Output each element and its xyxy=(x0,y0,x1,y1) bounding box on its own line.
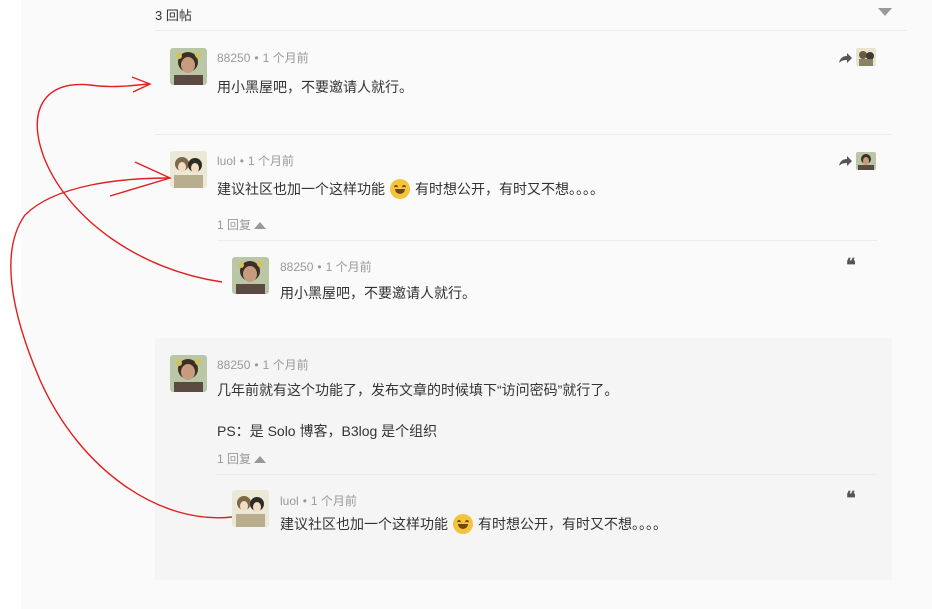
quote-icon[interactable]: ❝ xyxy=(846,257,856,275)
comment-divider xyxy=(155,134,892,135)
reply-text-part: 有时想公开，有时又不想。。。。 xyxy=(478,516,667,532)
comment-text: 几年前就有这个功能了，发布文章的时候填下“访问密码”就行了。 xyxy=(217,382,619,398)
reply-meta: luol • 1 个月前 xyxy=(280,492,357,509)
author-name[interactable]: 88250 xyxy=(217,358,250,372)
author-name[interactable]: luol xyxy=(217,154,236,168)
reply-toggle[interactable]: 1 回复 xyxy=(217,216,267,233)
replies-header: 3 回帖 xyxy=(155,0,907,31)
comment-text: 用小黑屋吧，不要邀请人就行。 xyxy=(217,79,413,95)
reply-toggle[interactable]: 1 回复 xyxy=(217,450,267,467)
quote-icon[interactable]: ❝ xyxy=(846,490,856,508)
comment-meta: 88250 • 1 个月前 xyxy=(217,49,309,66)
author-name[interactable]: luol xyxy=(280,494,299,508)
reply-meta: 88250 • 1 个月前 xyxy=(280,258,372,275)
thanked-user-avatar[interactable] xyxy=(856,152,876,170)
reply-text-part: 建议社区也加一个这样功能 xyxy=(280,516,448,532)
reply-divider xyxy=(217,240,877,241)
share-icon[interactable] xyxy=(838,155,852,167)
timestamp: 1 个月前 xyxy=(325,260,372,274)
separator-dot: • xyxy=(254,51,259,65)
laughing-emoji-icon xyxy=(390,179,410,200)
avatar[interactable] xyxy=(170,48,207,85)
comment-text-part: 有时想公开，有时又不想。。。。 xyxy=(415,181,604,197)
reply-divider xyxy=(217,474,877,475)
comment-meta: 88250 • 1 个月前 xyxy=(217,356,309,373)
author-name[interactable]: 88250 xyxy=(217,51,250,65)
comment-text-ps: PS：是 Solo 博客，B3log 是个组织 xyxy=(217,423,438,439)
reply-count-label: 3 回帖 xyxy=(155,8,192,23)
caret-down-icon[interactable] xyxy=(878,8,892,16)
separator-dot: • xyxy=(254,358,259,372)
separator-dot: • xyxy=(239,154,244,168)
timestamp: 1 个月前 xyxy=(262,358,309,372)
avatar[interactable] xyxy=(170,355,207,392)
separator-dot: • xyxy=(302,494,307,508)
avatar[interactable] xyxy=(232,490,269,527)
comment-text: 建议社区也加一个这样功能 有时想公开，有时又不想。。。。 xyxy=(217,179,604,200)
share-icon[interactable] xyxy=(838,52,852,64)
timestamp: 1 个月前 xyxy=(247,154,294,168)
avatar[interactable] xyxy=(232,257,269,294)
timestamp: 1 个月前 xyxy=(310,494,357,508)
thanked-user-avatar[interactable] xyxy=(856,48,876,66)
reply-toggle-label: 1 回复 xyxy=(217,452,252,466)
reply-text: 用小黑屋吧，不要邀请人就行。 xyxy=(280,285,476,301)
timestamp: 1 个月前 xyxy=(262,51,309,65)
author-name[interactable]: 88250 xyxy=(280,260,313,274)
separator-dot: • xyxy=(317,260,322,274)
collapse-icon xyxy=(254,456,267,463)
avatar[interactable] xyxy=(170,151,207,188)
comment-meta: luol • 1 个月前 xyxy=(217,152,294,169)
collapse-icon xyxy=(254,222,267,229)
reply-toggle-label: 1 回复 xyxy=(217,218,252,232)
laughing-emoji-icon xyxy=(453,514,473,535)
reply-text: 建议社区也加一个这样功能 有时想公开，有时又不想。。。。 xyxy=(280,514,667,535)
comment-text-part: 建议社区也加一个这样功能 xyxy=(217,181,385,197)
